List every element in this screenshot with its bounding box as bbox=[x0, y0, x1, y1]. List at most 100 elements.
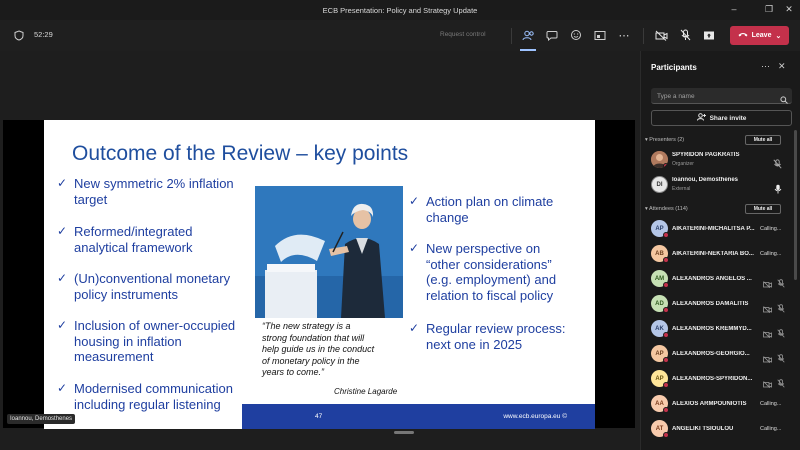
slide-page-number: 47 bbox=[315, 413, 323, 420]
status-dot bbox=[663, 332, 669, 338]
more-options-icon[interactable]: ⋯ bbox=[617, 28, 631, 42]
bullet-line: Regular review process: bbox=[426, 321, 566, 336]
checkmark-icon: ✓ bbox=[57, 271, 68, 285]
quote-author: Christine Lagarde bbox=[334, 387, 398, 396]
slide-bullet: ✓ Modernised communication including reg… bbox=[57, 381, 233, 412]
quote-line: years to come.” bbox=[262, 367, 325, 377]
presenters-section-header[interactable]: ▾ Presenters (2) bbox=[645, 137, 684, 143]
bullet-line: change bbox=[426, 209, 469, 225]
participant-row[interactable]: AA ALEXIOS ARMPOUNIOTIS Calling... bbox=[641, 392, 791, 416]
mic-muted-icon bbox=[773, 156, 782, 174]
chevron-down-icon: ▾ bbox=[645, 137, 648, 143]
presenters-label: Presenters (2) bbox=[649, 137, 685, 143]
slide-quote: “The new strategy is a strong foundation… bbox=[262, 321, 412, 379]
avatar-initials: AK bbox=[655, 325, 664, 332]
search-input[interactable] bbox=[657, 91, 772, 101]
panel-close-icon[interactable]: ✕ bbox=[778, 61, 786, 72]
bullet-line: (e.g. employment) and bbox=[426, 272, 557, 287]
attendees-section-header[interactable]: ▾ Attendees (114) bbox=[645, 206, 688, 212]
calling-status: Calling... bbox=[760, 426, 782, 432]
checkmark-icon: ✓ bbox=[57, 381, 68, 395]
camera-off-icon bbox=[763, 325, 772, 343]
avatar: AD bbox=[651, 295, 669, 313]
bullet-line: Reformed/integrated bbox=[74, 224, 193, 239]
participant-name: ALEXIOS ARMPOUNIOTIS bbox=[672, 401, 747, 407]
bullet-line: target bbox=[74, 191, 108, 207]
slide-bullet: ✓ Regular review process: next one in 20… bbox=[409, 321, 566, 352]
checkmark-icon: ✓ bbox=[409, 241, 420, 255]
participant-row[interactable]: AB AIKATERINI-NEKTARIA BO... Calling... bbox=[641, 242, 791, 266]
request-control-button[interactable]: Request control bbox=[440, 31, 486, 38]
share-invite-button[interactable]: Share invite bbox=[651, 110, 792, 126]
rooms-icon[interactable] bbox=[593, 28, 607, 42]
status-dot bbox=[663, 382, 669, 388]
minimize-icon[interactable]: – bbox=[726, 2, 742, 17]
slide-bullet: ✓ New symmetric 2% inflation target bbox=[57, 176, 234, 207]
title-bar: ECB Presentation: Policy and Strategy Up… bbox=[0, 0, 800, 20]
leave-button[interactable]: Leave ⌄ bbox=[730, 26, 789, 45]
avatar-initials: DI bbox=[656, 181, 663, 188]
avatar-initials: AP bbox=[655, 225, 664, 232]
mic-off-icon[interactable] bbox=[678, 28, 692, 42]
quote-line: strong foundation that will bbox=[262, 332, 365, 343]
participant-search bbox=[651, 88, 792, 104]
bullet-line: Action plan on climate bbox=[426, 194, 554, 209]
slide-bullet: ✓ Reformed/integrated analytical framewo… bbox=[57, 224, 193, 255]
quote-line: of monetary policy in the bbox=[262, 355, 360, 366]
participant-row[interactable]: SPYRIDON PAGKRATIS Organizer bbox=[641, 148, 791, 172]
participant-name: ALEXANDROS KREMMYD... bbox=[672, 326, 752, 332]
meeting-timer: 52:29 bbox=[34, 30, 53, 39]
share-screen-icon[interactable] bbox=[702, 28, 716, 42]
mic-muted-icon bbox=[777, 300, 785, 318]
search-icon[interactable] bbox=[780, 91, 788, 109]
avatar-initials: AP bbox=[655, 375, 664, 382]
participant-role: Organizer bbox=[672, 161, 694, 167]
participant-name: ALEXANDROS DAMALITIS bbox=[672, 301, 749, 307]
calling-status: Calling... bbox=[760, 226, 782, 232]
camera-off-icon[interactable] bbox=[654, 28, 668, 42]
avatar: AT bbox=[651, 420, 669, 437]
mic-muted-icon bbox=[777, 275, 785, 293]
checkmark-icon: ✓ bbox=[57, 224, 68, 238]
window-title: ECB Presentation: Policy and Strategy Up… bbox=[322, 6, 478, 15]
panel-more-icon[interactable]: ⋯ bbox=[761, 61, 770, 72]
avatar: AP bbox=[651, 370, 669, 388]
mute-all-attendees-button[interactable]: Mute all bbox=[745, 204, 781, 214]
avatar: AM bbox=[651, 270, 669, 288]
participant-row[interactable]: AP ALEXANDROS-SPYRIDON... bbox=[641, 367, 791, 391]
mute-all-presenters-button[interactable]: Mute all bbox=[745, 135, 781, 145]
presentation-slide: Outcome of the Review – key points ✓ New… bbox=[44, 120, 595, 429]
panel-scrollbar[interactable] bbox=[794, 130, 797, 280]
participant-row[interactable]: AM ALEXANDROS ANGELOS ... bbox=[641, 267, 791, 291]
participant-row[interactable]: AD ALEXANDROS DAMALITIS bbox=[641, 292, 791, 316]
camera-off-icon bbox=[763, 300, 772, 318]
restore-icon[interactable]: ❐ bbox=[761, 2, 777, 17]
chat-icon[interactable] bbox=[545, 28, 559, 42]
bullet-line: analytical framework bbox=[74, 239, 193, 255]
phone-hangup-icon bbox=[738, 32, 748, 39]
avatar-initials: AD bbox=[655, 300, 664, 307]
status-dot bbox=[663, 357, 669, 363]
share-invite-label: Share invite bbox=[709, 114, 747, 122]
bullet-line: New perspective on bbox=[426, 241, 541, 256]
avatar-initials: AB bbox=[655, 250, 664, 257]
close-window-icon[interactable]: ✕ bbox=[781, 2, 797, 17]
participant-row[interactable]: AK ALEXANDROS KREMMYD... bbox=[641, 317, 791, 341]
status-dot bbox=[663, 232, 669, 238]
participant-row[interactable]: DI Ioannou, Demosthenes External bbox=[641, 173, 791, 197]
chevron-down-icon: ▾ bbox=[645, 206, 648, 212]
avatar: AB bbox=[651, 245, 669, 263]
mic-on-icon bbox=[774, 181, 782, 199]
participant-row[interactable]: AT ANGELIKI TSIOULOU Calling... bbox=[641, 417, 791, 437]
participant-row[interactable]: AP AIKATERINI-MICHALITSA P... Calling... bbox=[641, 217, 791, 241]
participant-row[interactable]: AP ALEXANDROS-GEORGIO... bbox=[641, 342, 791, 366]
participants-icon[interactable] bbox=[521, 28, 535, 42]
chevron-down-icon[interactable]: ⌄ bbox=[775, 32, 781, 40]
panel-title: Participants bbox=[651, 63, 697, 72]
reactions-icon[interactable] bbox=[569, 28, 583, 42]
leave-label: Leave bbox=[751, 32, 772, 39]
participant-name: ALEXANDROS-SPYRIDON... bbox=[672, 376, 753, 382]
avatar-initials: AM bbox=[654, 275, 665, 282]
participant-name: Ioannou, Demosthenes bbox=[672, 177, 739, 183]
avatar-initials: AP bbox=[655, 350, 664, 357]
